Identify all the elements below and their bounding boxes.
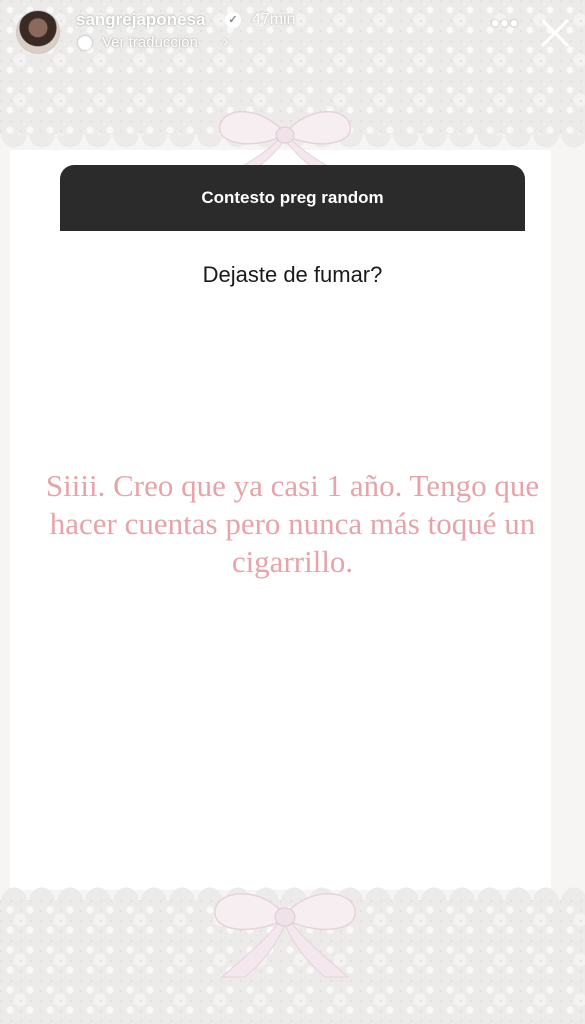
username[interactable]: sangrejaponesa bbox=[76, 10, 205, 30]
more-options-icon[interactable]: ••• bbox=[488, 12, 522, 38]
question-text: Dejaste de fumar? bbox=[202, 262, 383, 287]
question-card-title: Contesto preg random bbox=[201, 188, 384, 207]
bow-decoration-top bbox=[219, 111, 351, 174]
bow-decoration-bottom bbox=[214, 893, 356, 978]
story-frame: sangrejaponesa ✓ 47min Ver traducción › … bbox=[0, 0, 585, 1024]
answer-text: Siiii. Creo que ya casi 1 año. Tengo que… bbox=[45, 468, 540, 579]
question-card-header: Contesto preg random bbox=[60, 165, 525, 231]
chevron-right-icon: › bbox=[223, 33, 229, 50]
translate-icon bbox=[78, 36, 92, 50]
post-time: 47min bbox=[252, 11, 296, 28]
close-icon[interactable] bbox=[538, 16, 572, 50]
see-translation-link[interactable]: Ver traducción bbox=[102, 34, 198, 51]
profile-avatar[interactable] bbox=[16, 10, 60, 54]
verified-badge-icon: ✓ bbox=[225, 12, 241, 28]
